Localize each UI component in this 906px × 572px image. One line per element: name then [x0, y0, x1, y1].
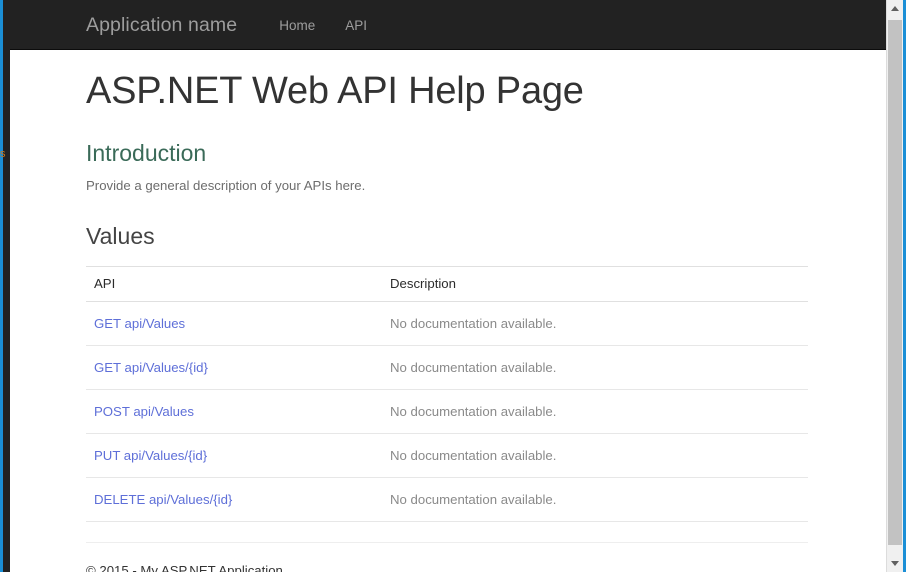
api-description-text: No documentation available. — [390, 492, 557, 508]
table-cell-api: GET api/Values — [86, 301, 382, 347]
browser-frame: s Application name Home API ASP.NET Web … — [0, 0, 906, 572]
table-row: GET api/Values No documentation availabl… — [86, 301, 808, 347]
nav-link-api[interactable]: API — [330, 18, 382, 33]
introduction-text: Provide a general description of your AP… — [86, 178, 366, 194]
table-cell-api: DELETE api/Values/{id} — [86, 477, 382, 523]
api-description-text: No documentation available. — [390, 404, 557, 420]
table-row: GET api/Values/{id} No documentation ava… — [86, 345, 808, 391]
api-description-text: No documentation available. — [390, 316, 557, 332]
api-endpoint-link[interactable]: GET api/Values/{id} — [94, 360, 208, 375]
triangle-down-icon — [891, 561, 899, 566]
table-row: DELETE api/Values/{id} No documentation … — [86, 477, 808, 523]
nav-link-home[interactable]: Home — [264, 18, 330, 33]
api-table: API Description GET api/Values No docume… — [86, 266, 808, 523]
window-left-border — [0, 0, 10, 572]
footer-text: © 2015 - My ASP.NET Application — [86, 563, 283, 572]
scrollbar-track[interactable] — [887, 17, 903, 555]
api-endpoint-link[interactable]: DELETE api/Values/{id} — [94, 492, 232, 507]
page-title: ASP.NET Web API Help Page — [86, 70, 584, 112]
table-cell-description: No documentation available. — [382, 433, 808, 479]
api-table-head: API Description — [86, 266, 808, 303]
navbar-brand[interactable]: Application name — [86, 14, 252, 37]
vertical-scrollbar[interactable] — [886, 0, 903, 572]
column-header-description: Description — [382, 266, 808, 303]
page-viewport: Application name Home API ASP.NET Web AP… — [10, 0, 891, 572]
api-description-text: No documentation available. — [390, 448, 557, 464]
api-endpoint-link[interactable]: POST api/Values — [94, 404, 194, 419]
navbar-inner: Application name Home API — [86, 0, 382, 50]
table-row: PUT api/Values/{id} No documentation ava… — [86, 433, 808, 479]
scrollbar-thumb[interactable] — [888, 20, 902, 545]
navbar-links: Home API — [264, 18, 382, 33]
column-header-api: API — [86, 266, 382, 303]
table-header-row: API Description — [86, 266, 808, 303]
api-endpoint-link[interactable]: PUT api/Values/{id} — [94, 448, 207, 463]
edge-text-artifact: s — [0, 148, 6, 160]
triangle-up-icon — [891, 6, 899, 11]
table-cell-api: PUT api/Values/{id} — [86, 433, 382, 479]
api-description-text: No documentation available. — [390, 360, 557, 376]
values-heading: Values — [86, 222, 155, 249]
table-cell-description: No documentation available. — [382, 345, 808, 391]
scrollbar-up-button[interactable] — [887, 0, 903, 17]
table-cell-description: No documentation available. — [382, 389, 808, 435]
api-endpoint-link[interactable]: GET api/Values — [94, 316, 185, 331]
introduction-heading: Introduction — [86, 139, 207, 166]
table-row: POST api/Values No documentation availab… — [86, 389, 808, 435]
content-container: ASP.NET Web API Help Page Introduction P… — [86, 50, 817, 572]
navbar: Application name Home API — [10, 0, 891, 50]
table-cell-description: No documentation available. — [382, 477, 808, 523]
scrollbar-down-button[interactable] — [887, 555, 903, 572]
table-cell-description: No documentation available. — [382, 301, 808, 347]
table-cell-api: POST api/Values — [86, 389, 382, 435]
api-table-body: GET api/Values No documentation availabl… — [86, 301, 808, 523]
table-cell-api: GET api/Values/{id} — [86, 345, 382, 391]
